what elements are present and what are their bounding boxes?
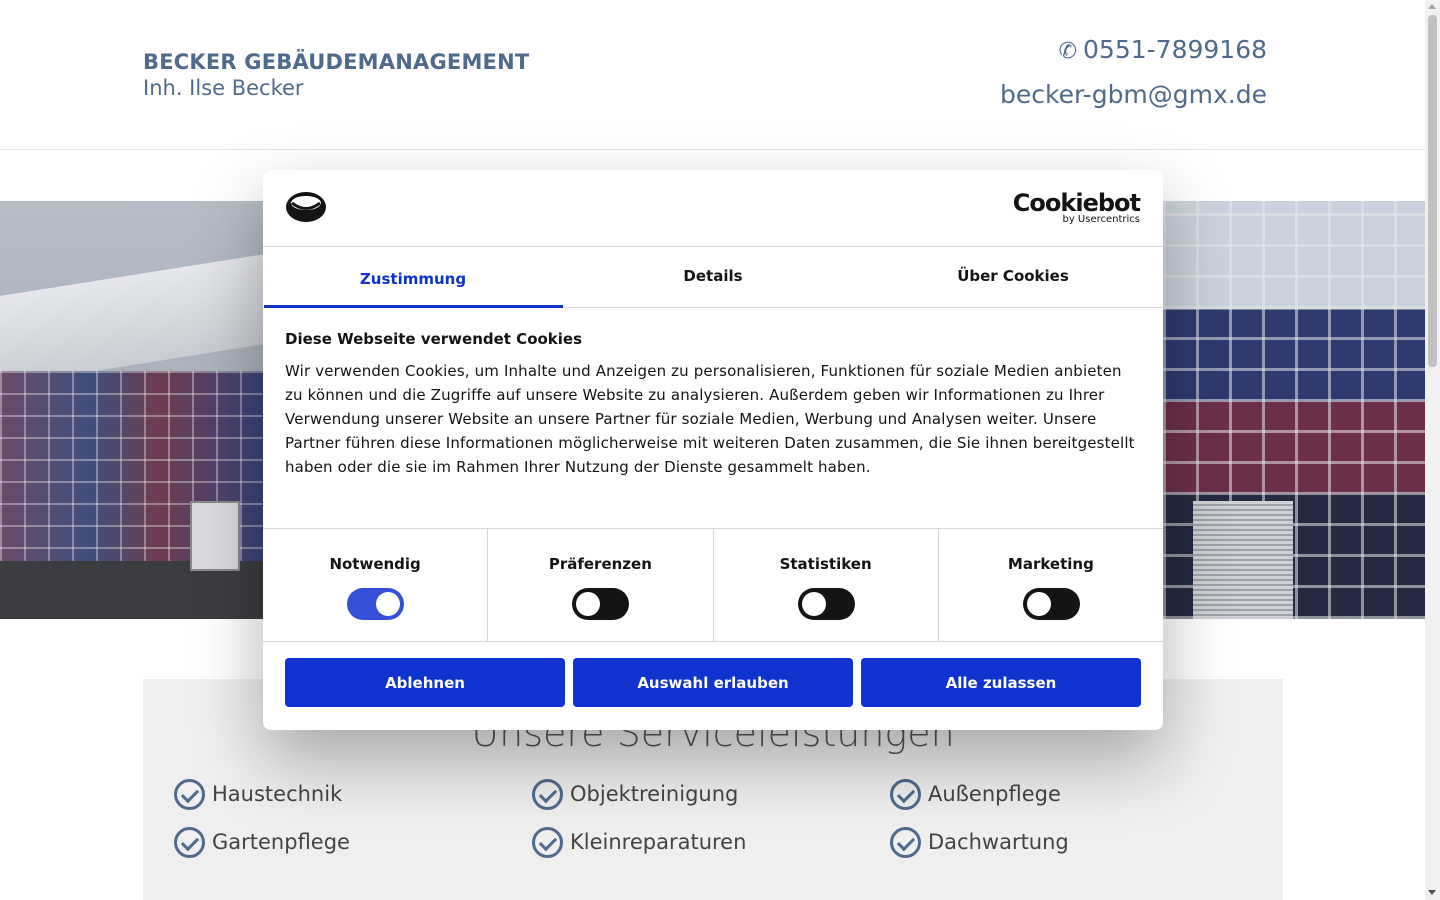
building-door [190,501,240,571]
check-circle-icon [174,778,205,810]
dialog-header: Cookiebot by Usercentrics [263,170,1163,247]
contact-email-link[interactable]: becker-gbm@gmx.de [1000,80,1267,109]
brand-owner: Inh. Ilse Becker [143,76,304,100]
cookie-consent-dialog: Cookiebot by Usercentrics Zustimmung Det… [263,170,1163,730]
brand-name[interactable]: BECKER GEBÄUDEMANAGEMENT [143,50,529,74]
consent-preferences: Präferenzen [488,529,714,641]
service-item: Gartenpflege [174,825,350,859]
consent-marketing: Marketing [939,529,1163,641]
decline-button[interactable]: Ablehnen [285,658,565,707]
cookiebot-logo[interactable]: Cookiebot by Usercentrics [1012,189,1141,225]
hero-building-left [0,254,263,619]
preferences-toggle[interactable] [572,588,630,620]
service-label: Haustechnik [212,782,343,806]
service-label: Dachwartung [928,830,1069,854]
check-circle-icon [890,778,921,810]
consent-categories: Notwendig Präferenzen Statistiken Market… [263,528,1163,642]
building-blinds [1193,501,1293,619]
cookiebot-name: Cookiebot [1012,189,1141,217]
service-item: Außenpflege [890,777,1061,811]
dialog-description: Wir verwenden Cookies, um Inhalte und An… [285,362,1135,476]
dialog-actions: Ablehnen Auswahl erlauben Alle zulassen [285,658,1141,707]
dialog-heading: Diese Webseite verwendet Cookies [285,330,583,348]
service-item: Objektreinigung [532,777,738,811]
consent-necessary: Notwendig [263,529,489,641]
check-circle-icon [532,778,563,810]
cookie-logo-icon [286,192,326,222]
building-roof [0,254,263,386]
site-header: BECKER GEBÄUDEMANAGEMENT Inh. Ilse Becke… [0,0,1425,150]
scroll-thumb[interactable] [1428,15,1437,367]
dialog-tabs: Zustimmung Details Über Cookies [263,247,1163,308]
page-scrollbar[interactable] [1425,0,1440,900]
dialog-body: Diese Webseite verwendet Cookies Wir ver… [285,330,1141,479]
allow-all-button[interactable]: Alle zulassen [861,658,1141,707]
check-circle-icon [890,826,921,858]
allow-selection-button[interactable]: Auswahl erlauben [573,658,853,707]
tab-about-cookies[interactable]: Über Cookies [863,247,1163,307]
scroll-down-icon[interactable] [1428,890,1436,895]
phone-icon: ✆ [1058,39,1078,64]
check-circle-icon [532,826,563,858]
phone-number: 0551-7899168 [1083,35,1267,64]
service-label: Gartenpflege [212,830,350,854]
tab-consent[interactable]: Zustimmung [263,247,563,308]
statistics-toggle[interactable] [797,588,855,620]
service-item: Kleinreparaturen [532,825,746,859]
service-item: Dachwartung [890,825,1069,859]
service-label: Außenpflege [928,782,1061,806]
contact-phone-link[interactable]: ✆ 0551-7899168 [1059,35,1267,64]
service-label: Kleinreparaturen [570,830,747,854]
marketing-toggle[interactable] [1022,588,1080,620]
tab-details[interactable]: Details [563,247,863,307]
service-item: Haustechnik [174,777,342,811]
consent-statistics: Statistiken [714,529,939,641]
consent-label: Marketing [1007,555,1094,573]
service-label: Objektreinigung [570,782,739,806]
hero-building-right [1163,201,1425,619]
check-circle-icon [174,826,205,858]
consent-label: Statistiken [779,555,872,573]
consent-label: Notwendig [329,555,421,573]
consent-label: Präferenzen [548,555,652,573]
necessary-toggle[interactable] [347,588,405,620]
scroll-up-icon[interactable] [1428,4,1436,9]
